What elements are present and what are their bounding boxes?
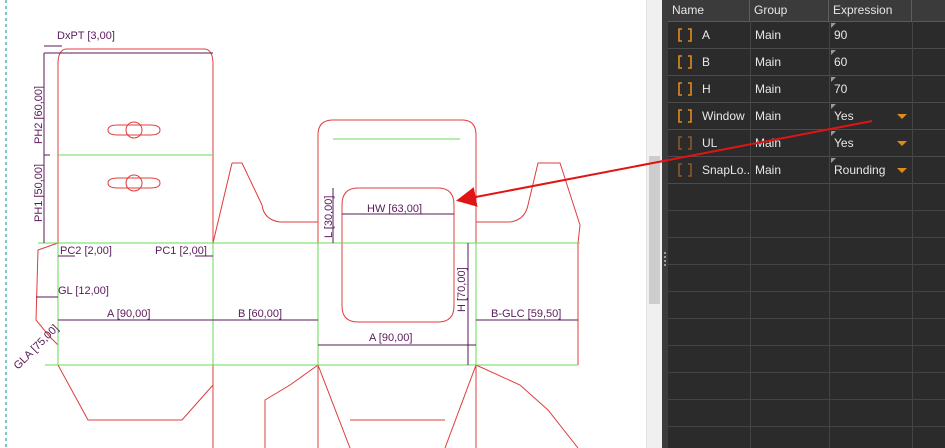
corner-marker-icon xyxy=(831,23,836,28)
cut-lines xyxy=(35,48,581,448)
splitter-grip-icon[interactable] xyxy=(664,252,666,266)
property-extra-cell xyxy=(912,22,945,48)
dropdown-arrow-icon[interactable] xyxy=(897,114,907,119)
property-expression-value: Yes xyxy=(834,109,854,123)
property-extra-cell xyxy=(912,76,945,102)
column-header-name[interactable]: Name xyxy=(668,0,750,21)
property-expression[interactable]: Rounding xyxy=(829,157,912,183)
packaging-drawing: DxPT [3,00] PH2 [60,00] PH1 [50,00] PC2 … xyxy=(5,0,581,448)
property-row[interactable]: A Main 90 xyxy=(668,22,945,49)
property-expression[interactable]: Yes xyxy=(829,103,912,129)
corner-marker-icon xyxy=(831,131,836,136)
crease-lines xyxy=(38,138,580,366)
property-row[interactable]: SnapLo... Main Rounding xyxy=(668,157,945,184)
property-name: UL xyxy=(702,136,718,150)
property-extra-cell xyxy=(912,130,945,156)
property-extra-cell xyxy=(912,103,945,129)
grid-line xyxy=(668,318,945,319)
property-name: B xyxy=(702,55,711,69)
grid-line xyxy=(668,210,945,211)
corner-marker-icon xyxy=(831,158,836,163)
corner-marker-icon xyxy=(831,77,836,82)
dropdown-arrow-icon[interactable] xyxy=(897,141,907,146)
property-name: A xyxy=(702,28,711,42)
dim-bglc[interactable]: B-GLC [59,50] xyxy=(491,308,561,320)
grid-line xyxy=(668,291,945,292)
dim-ph2[interactable]: PH2 [60,00] xyxy=(33,86,45,144)
grid-line xyxy=(668,426,945,427)
property-expression-value: 90 xyxy=(834,28,848,42)
vertical-scrollbar[interactable] xyxy=(646,0,662,448)
property-extra-cell xyxy=(912,49,945,75)
property-group: Main xyxy=(750,103,829,129)
grid-line xyxy=(668,399,945,400)
corner-marker-icon xyxy=(831,104,836,109)
grid-line xyxy=(668,345,945,346)
property-row[interactable]: Window Main Yes xyxy=(668,103,945,130)
properties-panel: Name Group Expression A Main 90 B Main 60 H Mai… xyxy=(668,0,945,448)
property-row[interactable]: H Main 70 xyxy=(668,76,945,103)
property-group: Main xyxy=(750,49,829,75)
grid-line xyxy=(668,237,945,238)
grid-line xyxy=(668,372,945,373)
properties-header: Name Group Expression xyxy=(668,0,945,22)
dim-pc1[interactable]: PC1 [2,00] xyxy=(155,245,207,257)
property-name: H xyxy=(702,82,711,96)
property-group: Main xyxy=(750,76,829,102)
dim-b[interactable]: B [60,00] xyxy=(238,308,282,320)
scrollbar-thumb[interactable] xyxy=(649,156,660,304)
property-expression-value: Rounding xyxy=(834,163,886,177)
dim-pc2[interactable]: PC2 [2,00] xyxy=(60,245,112,257)
property-expression-value: Yes xyxy=(834,136,854,150)
dim-dxpt[interactable]: DxPT [3,00] xyxy=(57,30,115,42)
dropdown-arrow-icon[interactable] xyxy=(897,168,907,173)
property-group: Main xyxy=(750,130,829,156)
property-expression-value: 70 xyxy=(834,82,848,96)
dim-gl[interactable]: GL [12,00] xyxy=(58,285,109,297)
property-extra-cell xyxy=(912,157,945,183)
property-group: Main xyxy=(750,22,829,48)
grid-line xyxy=(668,264,945,265)
property-expression-value: 60 xyxy=(834,55,848,69)
dim-l[interactable]: L [30,00] xyxy=(323,196,335,238)
column-header-expression[interactable]: Expression xyxy=(829,0,912,21)
property-group: Main xyxy=(750,157,829,183)
property-expression[interactable]: 70 xyxy=(829,76,912,102)
dim-ph1[interactable]: PH1 [50,00] xyxy=(33,164,45,222)
column-header-group[interactable]: Group xyxy=(750,0,829,21)
property-name: SnapLo... xyxy=(702,163,750,177)
corner-marker-icon xyxy=(831,50,836,55)
property-row[interactable]: UL Main Yes xyxy=(668,130,945,157)
property-expression[interactable]: 90 xyxy=(829,22,912,48)
property-expression[interactable]: 60 xyxy=(829,49,912,75)
property-row[interactable]: B Main 60 xyxy=(668,49,945,76)
dim-h[interactable]: H [70,00] xyxy=(456,267,468,312)
dim-hw[interactable]: HW [63,00] xyxy=(367,203,422,215)
property-expression[interactable]: Yes xyxy=(829,130,912,156)
drawing-canvas[interactable]: DxPT [3,00] PH2 [60,00] PH1 [50,00] PC2 … xyxy=(0,0,662,448)
dim-a-mid[interactable]: A [90,00] xyxy=(369,332,412,344)
property-name: Window xyxy=(702,109,745,123)
dim-a-left[interactable]: A [90,00] xyxy=(107,308,150,320)
